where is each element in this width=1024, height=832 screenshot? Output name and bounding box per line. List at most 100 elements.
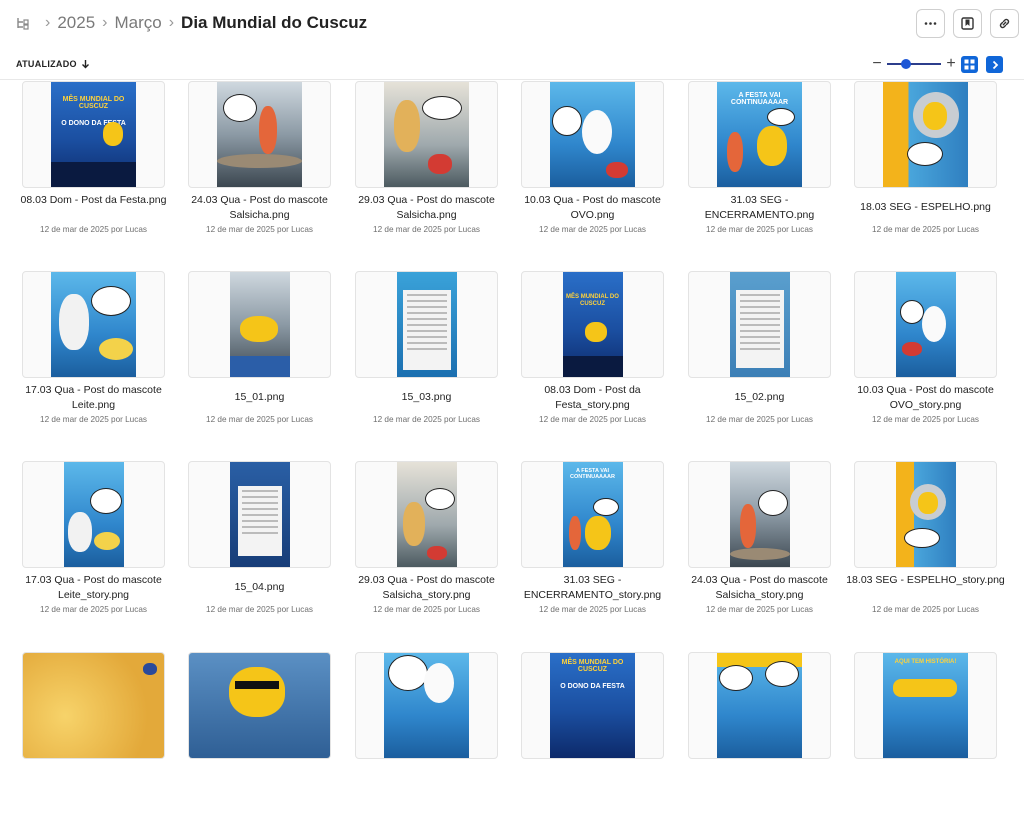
file-thumbnail[interactable]: MÊS MUNDIAL DO CUSCUZ O DONO DA FESTA	[521, 652, 664, 759]
file-thumbnail[interactable]: A FESTA VAI CONTINUAAAAR	[521, 461, 664, 568]
file-thumbnail[interactable]	[188, 81, 331, 188]
thumbnail-image: MÊS MUNDIAL DO CUSCUZ O DONO DA FESTA	[51, 82, 136, 187]
file-thumbnail[interactable]: AQUI TEM HISTÓRIA!	[854, 652, 997, 759]
file-card[interactable]: 24.03 Qua - Post do mascote Salsicha_sto…	[688, 461, 831, 641]
file-meta: 12 de mar de 2025 por Lucas	[373, 225, 480, 234]
breadcrumb-item-year[interactable]: 2025	[57, 13, 95, 33]
file-card[interactable]: MÊS MUNDIAL DO CUSCUZ O DONO DA FESTA	[521, 652, 664, 832]
thumbnail-image	[883, 82, 968, 187]
file-name[interactable]: 17.03 Qua - Post do mascote Leite_story.…	[14, 573, 173, 603]
file-card[interactable]: 15_04.png 12 de mar de 2025 por Lucas	[188, 461, 331, 641]
file-name[interactable]: 08.03 Dom - Post da Festa_story.png	[513, 383, 672, 413]
thumbnail-image	[895, 462, 956, 567]
file-thumbnail[interactable]	[854, 461, 997, 568]
file-thumbnail[interactable]	[355, 461, 498, 568]
file-card[interactable]: 18.03 SEG - ESPELHO.png 12 de mar de 202…	[854, 81, 997, 261]
zoom-control: − +	[871, 56, 957, 72]
file-thumbnail[interactable]	[854, 81, 997, 188]
thumbnail-image: AQUI TEM HISTÓRIA!	[883, 653, 968, 758]
thumbnail-image	[23, 653, 164, 758]
file-name[interactable]: 10.03 Qua - Post do mascote OVO.png	[513, 193, 672, 223]
file-name[interactable]: 15_03.png	[347, 390, 506, 405]
breadcrumb-item-month[interactable]: Março	[114, 13, 161, 33]
file-thumbnail[interactable]	[355, 81, 498, 188]
save-to-collection-button[interactable]	[953, 9, 982, 38]
file-name[interactable]: 15_01.png	[180, 390, 339, 405]
file-meta: 12 de mar de 2025 por Lucas	[872, 605, 979, 614]
file-thumbnail[interactable]: MÊS MUNDIAL DO CUSCUZ	[521, 271, 664, 378]
file-card[interactable]: 18.03 SEG - ESPELHO_story.png 12 de mar …	[846, 461, 1005, 641]
file-card[interactable]	[688, 652, 831, 832]
file-name[interactable]: 18.03 SEG - ESPELHO_story.png	[846, 573, 1005, 588]
file-meta: 12 de mar de 2025 por Lucas	[706, 225, 813, 234]
file-card[interactable]	[22, 652, 165, 832]
file-thumbnail[interactable]	[355, 652, 498, 759]
file-meta: 12 de mar de 2025 por Lucas	[872, 225, 979, 234]
thumbnail-image	[384, 82, 469, 187]
file-name[interactable]: 29.03 Qua - Post do mascote Salsicha.png	[347, 193, 506, 223]
file-card[interactable]: 15_03.png 12 de mar de 2025 por Lucas	[355, 271, 498, 451]
file-card[interactable]: 29.03 Qua - Post do mascote Salsicha.png…	[355, 81, 498, 261]
file-thumbnail[interactable]	[521, 81, 664, 188]
file-name[interactable]: 31.03 SEG - ENCERRAMENTO.png	[680, 193, 839, 223]
file-card[interactable]: A FESTA VAI CONTINUAAAAR 31.03 SEG - ENC…	[688, 81, 831, 261]
zoom-slider-track	[887, 63, 941, 65]
grid-view-button[interactable]	[961, 56, 978, 73]
zoom-out-button[interactable]: −	[871, 56, 883, 72]
file-thumbnail[interactable]	[355, 271, 498, 378]
file-card[interactable]: 15_02.png 12 de mar de 2025 por Lucas	[688, 271, 831, 451]
poster-title: A FESTA VAI CONTINUAAAAR	[570, 468, 615, 480]
file-card[interactable]: 17.03 Qua - Post do mascote Leite_story.…	[22, 461, 165, 641]
poster-title: MÊS MUNDIAL DO CUSCUZ	[566, 294, 619, 307]
file-name[interactable]: 15_04.png	[180, 580, 339, 595]
file-name[interactable]: 17.03 Qua - Post do mascote Leite.png	[14, 383, 173, 413]
thumbnail-image: A FESTA VAI CONTINUAAAAR	[717, 82, 802, 187]
file-thumbnail[interactable]	[688, 271, 831, 378]
file-thumbnail[interactable]	[22, 461, 165, 568]
file-card[interactable]: 29.03 Qua - Post do mascote Salsicha_sto…	[355, 461, 498, 641]
file-thumbnail[interactable]	[188, 461, 331, 568]
file-card[interactable]: 10.03 Qua - Post do mascote OVO_story.pn…	[854, 271, 997, 451]
folder-tree-icon[interactable]	[16, 16, 30, 30]
file-meta: 12 de mar de 2025 por Lucas	[40, 225, 147, 234]
zoom-slider-handle[interactable]	[901, 59, 911, 69]
file-name[interactable]: 24.03 Qua - Post do mascote Salsicha.png	[180, 193, 339, 223]
file-card[interactable]: 10.03 Qua - Post do mascote OVO.png 12 d…	[521, 81, 664, 261]
details-panel-button[interactable]	[986, 56, 1003, 73]
file-name[interactable]: 24.03 Qua - Post do mascote Salsicha_sto…	[680, 573, 839, 603]
file-card[interactable]: 17.03 Qua - Post do mascote Leite.png 12…	[22, 271, 165, 451]
file-thumbnail[interactable]	[22, 271, 165, 378]
file-thumbnail[interactable]	[188, 652, 331, 759]
file-card[interactable]: MÊS MUNDIAL DO CUSCUZ O DONO DA FESTA 08…	[21, 81, 166, 261]
file-card[interactable]: 15_01.png 12 de mar de 2025 por Lucas	[188, 271, 331, 451]
file-meta: 12 de mar de 2025 por Lucas	[706, 605, 813, 614]
poster-title: A FESTA VAI CONTINUAAAAR	[730, 92, 789, 106]
zoom-in-button[interactable]: +	[945, 56, 957, 72]
file-name[interactable]: 29.03 Qua - Post do mascote Salsicha_sto…	[347, 573, 506, 603]
file-card[interactable]	[188, 652, 331, 832]
file-thumbnail[interactable]	[854, 271, 997, 378]
file-thumbnail[interactable]: MÊS MUNDIAL DO CUSCUZ O DONO DA FESTA	[22, 81, 165, 188]
sort-updated-button[interactable]: ATUALIZADO	[16, 59, 90, 69]
zoom-slider[interactable]	[887, 57, 941, 71]
thumbnail-image	[895, 272, 956, 377]
file-card[interactable]: MÊS MUNDIAL DO CUSCUZ 08.03 Dom - Post d…	[521, 271, 664, 451]
file-thumbnail[interactable]	[688, 461, 831, 568]
file-name[interactable]: 15_02.png	[680, 390, 839, 405]
file-thumbnail[interactable]	[188, 271, 331, 378]
more-options-button[interactable]	[916, 9, 945, 38]
chevron-right-icon: ›	[45, 14, 51, 31]
file-card[interactable]: AQUI TEM HISTÓRIA!	[854, 652, 997, 832]
copy-link-button[interactable]	[990, 9, 1019, 38]
file-name[interactable]: 10.03 Qua - Post do mascote OVO_story.pn…	[846, 383, 1005, 413]
file-name[interactable]: 18.03 SEG - ESPELHO.png	[846, 200, 1005, 215]
file-card[interactable]	[355, 652, 498, 832]
file-card[interactable]: 24.03 Qua - Post do mascote Salsicha.png…	[188, 81, 331, 261]
file-name[interactable]: 31.03 SEG - ENCERRAMENTO_story.png	[513, 573, 672, 603]
file-thumbnail[interactable]: A FESTA VAI CONTINUAAAAR	[688, 81, 831, 188]
file-thumbnail[interactable]	[22, 652, 165, 759]
file-card[interactable]: A FESTA VAI CONTINUAAAAR 31.03 SEG - ENC…	[521, 461, 664, 641]
file-thumbnail[interactable]	[688, 652, 831, 759]
file-meta: 12 de mar de 2025 por Lucas	[206, 415, 313, 424]
file-name[interactable]: 08.03 Dom - Post da Festa.png	[14, 193, 173, 208]
